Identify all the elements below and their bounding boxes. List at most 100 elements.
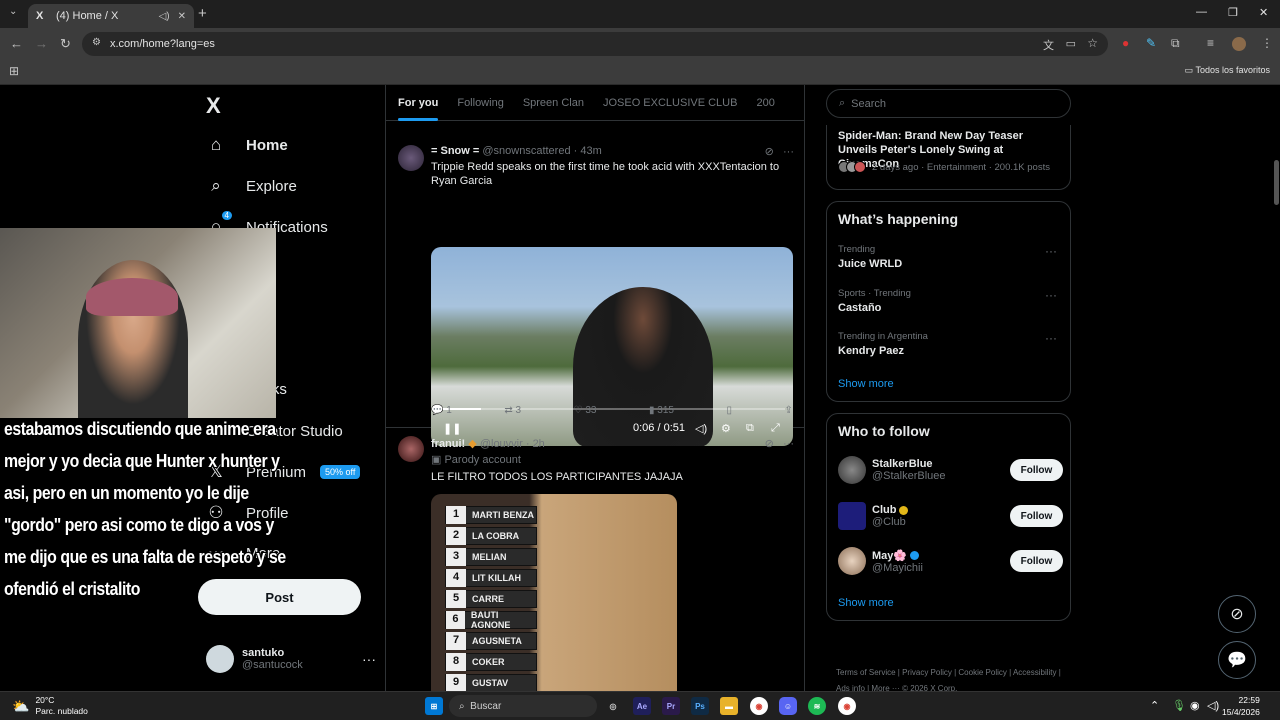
views-button[interactable]: ▮ 315 — [649, 405, 674, 416]
follow-button[interactable]: Follow — [1010, 550, 1063, 572]
show-more-link[interactable]: Show more — [838, 597, 894, 609]
app-icon[interactable]: ◎ — [604, 697, 622, 715]
share-icon[interactable]: ⇪ — [785, 405, 793, 416]
spotify-icon[interactable]: ≋ — [808, 697, 826, 715]
follow-button[interactable]: Follow — [1010, 505, 1063, 527]
author-handle[interactable]: @snownscattered — [482, 145, 570, 157]
trend-item[interactable]: Sports · Trending Castaño ··· — [838, 288, 1063, 314]
footer-links[interactable]: Terms of Service | Privacy Policy | Cook… — [836, 665, 1066, 691]
network-icon[interactable]: ◉ — [1190, 699, 1200, 712]
mute-tab-icon[interactable]: ◁) — [159, 11, 170, 22]
follow-suggestion[interactable]: StalkerBlue @StalkerBluee Follow — [838, 454, 1063, 486]
like-button[interactable]: ♡ 33 — [574, 405, 597, 416]
news-card[interactable]: Spider-Man: Brand New Day Teaser Unveils… — [826, 125, 1071, 190]
home-icon: ⌂ — [210, 135, 222, 154]
tweet[interactable]: = Snow = @snownscattered · 43m ⊘ ··· Tri… — [386, 135, 804, 446]
more-dots-icon[interactable]: ··· — [1045, 244, 1057, 258]
tweet-image[interactable]: 1 MARTI BENZA 2 LA COBRA 3 MELIAN 4 LIT KILLAH 5… — [431, 494, 677, 691]
address-bar[interactable]: ⚙ x.com/home?lang=es 文 ▭ ☆ — [82, 32, 1108, 56]
video-player[interactable]: ❚❚ 0:06 / 0:51 ◁) ⚙ ⧉ ⤢ — [431, 247, 793, 446]
repost-button[interactable]: ⇄ 3 — [504, 405, 521, 416]
more-dots-icon[interactable]: ··· — [1045, 288, 1057, 302]
discord-icon[interactable]: ☺ — [779, 697, 797, 715]
avatar[interactable] — [398, 145, 424, 171]
media-control-icon[interactable]: ≡ — [1207, 36, 1214, 50]
tab-for-you[interactable]: For you — [398, 85, 439, 121]
nav-home[interactable]: ⌂ Home — [206, 133, 288, 157]
restore-icon[interactable]: ❐ — [1228, 6, 1238, 19]
messages-button[interactable]: 💬 — [1218, 641, 1256, 679]
avatar — [854, 161, 866, 173]
cast-icon[interactable]: ▭ — [1066, 37, 1076, 50]
new-tab-icon[interactable]: + — [198, 5, 207, 22]
minimize-icon[interactable]: — — [1196, 6, 1207, 18]
mic-icon[interactable]: 🎙 — [1172, 699, 1186, 712]
search-input[interactable]: ⌕ Search — [826, 89, 1071, 118]
ranking-number: 2 — [446, 527, 466, 545]
reply-button[interactable]: 💬 1 — [431, 405, 452, 416]
photoshop-icon[interactable]: Ps — [691, 697, 709, 715]
translate-icon[interactable]: 文 — [1043, 37, 1054, 53]
follow-button[interactable]: Follow — [1010, 459, 1063, 481]
author-handle[interactable]: @louvvir — [480, 438, 523, 450]
avatar[interactable] — [398, 436, 424, 462]
follow-suggestion[interactable]: Club @Club Follow — [838, 500, 1063, 532]
premiere-icon[interactable]: Pr — [662, 697, 680, 715]
more-dots-icon[interactable]: ··· — [1045, 331, 1057, 345]
taskbar-clock[interactable]: 22:59 15/4/2026 — [1222, 694, 1260, 718]
tray-chevron-icon[interactable]: ⌃ — [1150, 699, 1159, 712]
follow-suggestion[interactable]: May🌸 @Mayichii Follow — [838, 545, 1063, 577]
trend-item[interactable]: Trending Juice WRLD ··· — [838, 244, 1063, 270]
ranking-name: COKER — [472, 657, 505, 667]
author-name[interactable]: = Snow = — [431, 145, 479, 157]
after-effects-icon[interactable]: Ae — [633, 697, 651, 715]
chrome-icon[interactable]: ◉ — [750, 697, 768, 715]
grok-button[interactable]: ⊘ — [1218, 595, 1256, 633]
account-switcher[interactable]: santuko @santucock ··· — [206, 641, 376, 677]
trend-item[interactable]: Trending in Argentina Kendry Paez ··· — [838, 331, 1063, 357]
ranking-row: 9 GUSTAV — [445, 674, 537, 691]
taskbar-search[interactable]: ⌕ Buscar — [449, 695, 597, 717]
reload-icon[interactable]: ↻ — [60, 36, 71, 52]
verified-badge-icon — [910, 551, 920, 561]
all-bookmarks[interactable]: ▭ Todos los favoritos — [1185, 65, 1270, 76]
apps-grid-icon[interactable]: ⊞ — [9, 64, 19, 78]
extension-2-icon[interactable]: ✎ — [1146, 36, 1156, 50]
tab-search-icon[interactable]: ⌄ — [9, 6, 17, 17]
x-page: X ⌂ Home ⌕ Explore ○4 Notifications mark… — [0, 85, 1280, 691]
back-icon[interactable]: ← — [10, 36, 23, 51]
bookmark-star-icon[interactable]: ☆ — [1087, 36, 1098, 50]
grok-icon[interactable]: ⊘ ··· — [765, 145, 794, 158]
tab-spreen-clan[interactable]: Spreen Clan — [523, 85, 584, 121]
forward-icon[interactable]: → — [35, 36, 48, 51]
tweet-time[interactable]: 43m — [580, 145, 601, 157]
more-dots-icon[interactable]: ··· — [362, 651, 376, 667]
x-logo-icon[interactable]: X — [206, 93, 221, 119]
parody-label: ▣ Parody account — [431, 454, 521, 466]
weather-widget[interactable]: ⛅ 20°C Parc. nublado — [12, 695, 88, 717]
extension-icon[interactable]: ● — [1122, 36, 1129, 50]
author-name[interactable]: franui! — [431, 438, 465, 450]
extensions-puzzle-icon[interactable]: ⧉ — [1171, 36, 1180, 51]
show-more-link[interactable]: Show more — [838, 378, 894, 390]
nav-explore[interactable]: ⌕ Explore — [206, 174, 297, 198]
close-tab-icon[interactable]: ✕ — [178, 11, 186, 22]
tab-following[interactable]: Following — [457, 85, 503, 121]
profile-avatar-icon[interactable] — [1232, 37, 1246, 51]
volume-icon[interactable]: ◁) — [1207, 699, 1219, 712]
site-info-icon[interactable]: ⚙ — [92, 37, 101, 48]
chrome-active-icon[interactable]: ◉ — [838, 697, 856, 715]
browser-tab[interactable]: X (4) Home / X ◁) ✕ — [28, 4, 194, 28]
browser-menu-icon[interactable]: ⋮ — [1261, 36, 1273, 50]
close-window-icon[interactable]: ✕ — [1259, 6, 1268, 19]
tweet-time[interactable]: 2h — [533, 438, 545, 450]
tab-joseo-club[interactable]: JOSEO EXCLUSIVE CLUB — [603, 85, 738, 121]
tab-200[interactable]: 200 — [756, 85, 774, 121]
windows-taskbar: ⛅ 20°C Parc. nublado ⊞ ⌕ Buscar ◎ Ae Pr P… — [0, 691, 1280, 720]
bookmark-icon[interactable]: ▯ — [727, 405, 733, 416]
page-scrollbar[interactable] — [1272, 85, 1280, 691]
grok-icon[interactable]: ⊘ ··· — [765, 437, 794, 450]
url-text: x.com/home?lang=es — [110, 38, 215, 50]
file-explorer-icon[interactable]: ▬ — [720, 697, 738, 715]
windows-start-icon[interactable]: ⊞ — [425, 697, 443, 715]
